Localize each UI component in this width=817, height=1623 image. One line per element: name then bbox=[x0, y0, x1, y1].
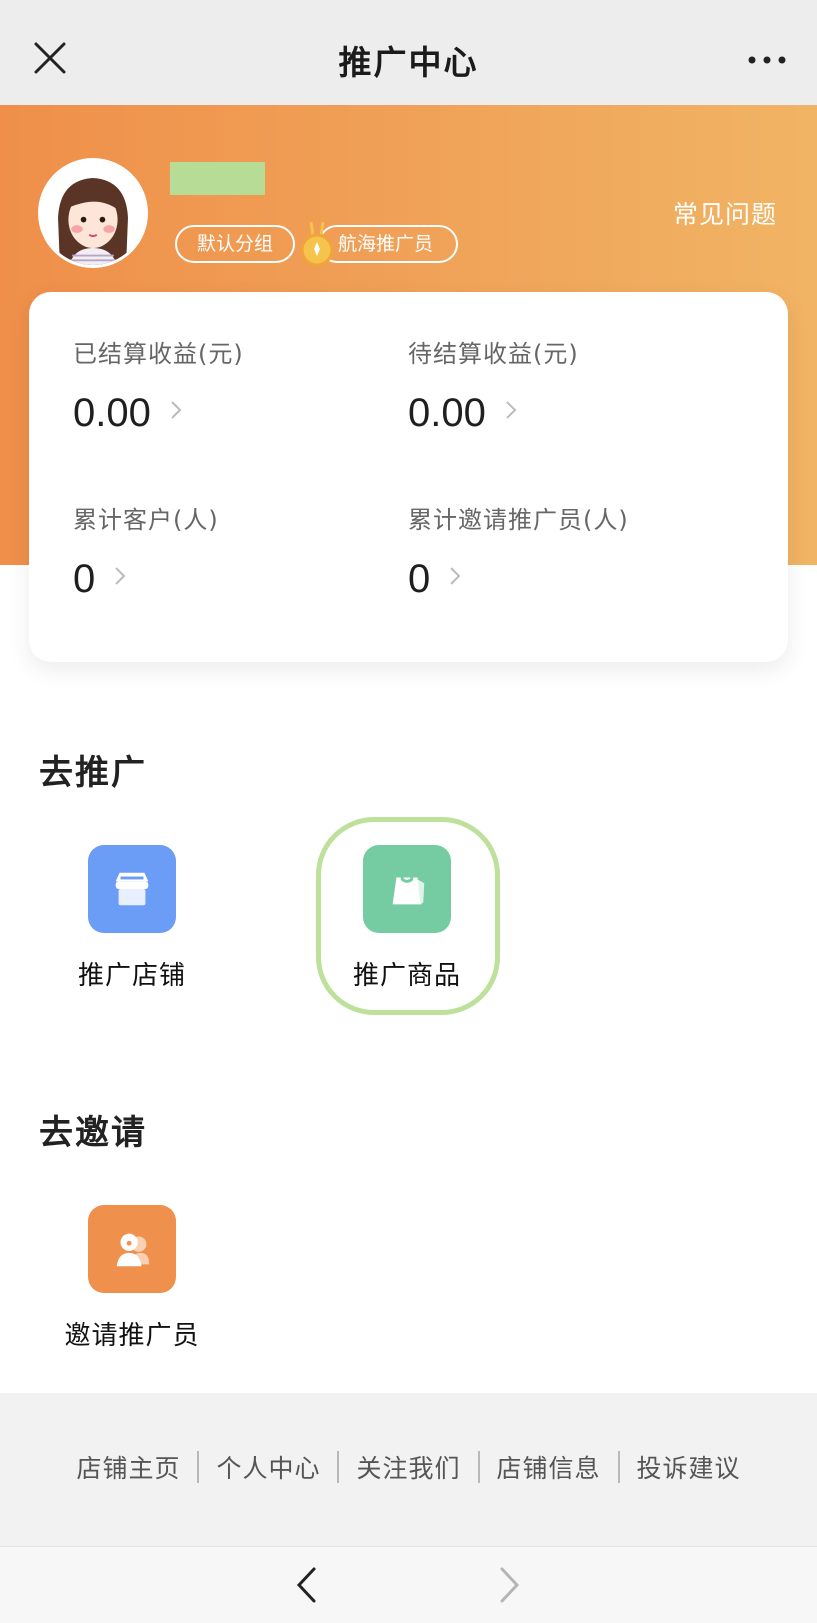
invite-promoter-entry[interactable]: 邀请推广员 bbox=[42, 1205, 222, 1352]
promote-store-entry[interactable]: 推广店铺 bbox=[42, 845, 222, 992]
stat-label: 待结算收益(元) bbox=[408, 340, 579, 368]
stat-label: 已结算收益(元) bbox=[73, 340, 244, 368]
invite-person-icon bbox=[88, 1205, 176, 1293]
footer-link-store-home[interactable]: 店铺主页 bbox=[59, 1449, 197, 1485]
entry-label: 推广店铺 bbox=[77, 961, 186, 991]
footer-link-complaints[interactable]: 投诉建议 bbox=[620, 1449, 758, 1485]
chevron-right-icon bbox=[171, 400, 182, 419]
stat-value: 0 bbox=[73, 557, 96, 601]
avatar[interactable] bbox=[38, 158, 148, 268]
promotion-center-page: 推广中心 默认分组 航海推广员 常见问题 已结算收益(元) 0.00 待结算收益… bbox=[0, 0, 817, 1623]
entry-label: 邀请推广员 bbox=[64, 1321, 200, 1351]
more-dots-icon[interactable] bbox=[747, 50, 787, 70]
total-invited-stat[interactable]: 累计邀请推广员(人) 0 bbox=[408, 500, 738, 602]
footer-link-personal-center[interactable]: 个人中心 bbox=[199, 1449, 337, 1485]
username-redacted bbox=[170, 162, 265, 195]
footer-link-follow-us[interactable]: 关注我们 bbox=[339, 1449, 477, 1485]
chevron-right-icon bbox=[115, 566, 126, 585]
footer-link-store-info[interactable]: 店铺信息 bbox=[480, 1449, 618, 1485]
stat-value: 0.00 bbox=[408, 391, 486, 435]
top-bar: 推广中心 bbox=[0, 0, 817, 105]
avatar-cartoon-girl-icon bbox=[41, 161, 145, 265]
stat-value: 0.00 bbox=[73, 391, 151, 435]
earnings-card: 已结算收益(元) 0.00 待结算收益(元) 0.00 累计客户(人) 0 累计… bbox=[29, 292, 788, 662]
stat-label: 累计邀请推广员(人) bbox=[408, 506, 629, 534]
group-tag: 默认分组 bbox=[175, 225, 295, 263]
settled-earnings-stat[interactable]: 已结算收益(元) 0.00 bbox=[73, 334, 403, 436]
stat-label: 累计客户(人) bbox=[73, 506, 219, 534]
invite-section-title: 去邀请 bbox=[39, 1113, 147, 1153]
bottom-nav-bar bbox=[0, 1546, 817, 1623]
faq-link[interactable]: 常见问题 bbox=[673, 195, 777, 231]
promote-section-title: 去推广 bbox=[39, 753, 147, 793]
total-customers-stat[interactable]: 累计客户(人) 0 bbox=[73, 500, 403, 602]
level-tag: 航海推广员 bbox=[318, 225, 458, 263]
page-title: 推广中心 bbox=[338, 43, 479, 82]
shopping-bag-icon bbox=[363, 845, 451, 933]
chevron-right-icon bbox=[506, 400, 517, 419]
stat-value: 0 bbox=[408, 557, 431, 601]
level-tag-label: 航海推广员 bbox=[338, 233, 434, 255]
chevron-right-icon bbox=[450, 566, 461, 585]
footer: 店铺主页 个人中心 关注我们 店铺信息 投诉建议 bbox=[0, 1393, 817, 1546]
pending-earnings-stat[interactable]: 待结算收益(元) 0.00 bbox=[408, 334, 738, 436]
footer-links: 店铺主页 个人中心 关注我们 店铺信息 投诉建议 bbox=[0, 1449, 817, 1485]
chevron-left-icon[interactable] bbox=[294, 1565, 318, 1605]
entry-label: 推广商品 bbox=[352, 961, 461, 991]
store-icon bbox=[88, 845, 176, 933]
chevron-right-icon[interactable] bbox=[498, 1565, 522, 1605]
medal-icon bbox=[300, 222, 334, 267]
promote-product-entry[interactable]: 推广商品 bbox=[317, 845, 497, 992]
